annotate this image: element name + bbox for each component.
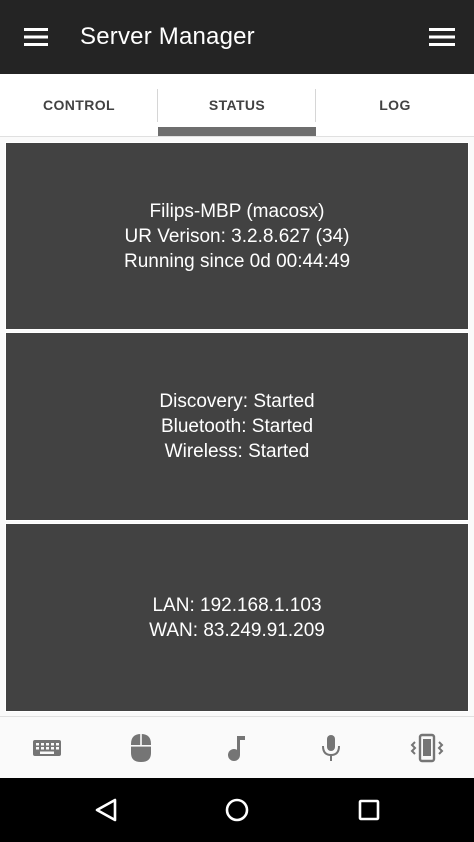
- device-button[interactable]: [380, 717, 474, 779]
- tab-log[interactable]: LOG: [316, 74, 474, 136]
- lan-address: LAN: 192.168.1.103: [152, 594, 322, 616]
- music-note-icon: [228, 736, 245, 761]
- app-title: Server Manager: [80, 23, 255, 50]
- back-button[interactable]: [66, 778, 146, 842]
- microphone-icon: [322, 735, 340, 761]
- menu-icon: [24, 28, 48, 46]
- phone-vibrate-icon: [410, 733, 444, 763]
- tab-control[interactable]: CONTROL: [0, 74, 158, 136]
- navigation-menu-button[interactable]: [14, 17, 58, 57]
- wireless-status: Wireless: Started: [164, 441, 310, 462]
- system-navigation-bar: [0, 778, 474, 842]
- tab-label: LOG: [379, 97, 411, 113]
- keyboard-button[interactable]: [0, 717, 94, 779]
- voice-button[interactable]: [284, 717, 378, 779]
- options-menu-button[interactable]: [420, 17, 464, 57]
- bottom-toolbar: [0, 716, 474, 779]
- tab-label: CONTROL: [42, 97, 115, 113]
- home-icon: [225, 798, 249, 822]
- server-uptime: Running since 0d 00:44:49: [123, 250, 351, 272]
- recent-apps-icon: [358, 799, 380, 821]
- mouse-button[interactable]: [94, 717, 188, 779]
- server-name: Filips-MBP (macosx): [149, 200, 325, 222]
- selected-tab-indicator: [158, 127, 316, 136]
- server-version: UR Verison: 3.2.8.627 (34): [124, 225, 350, 247]
- back-icon: [95, 798, 117, 822]
- home-button[interactable]: [197, 778, 277, 842]
- services-status-card: Discovery: Started Bluetooth: Started Wi…: [5, 332, 469, 521]
- tab-label: STATUS: [208, 97, 266, 113]
- server-info-card: Filips-MBP (macosx) UR Verison: 3.2.8.62…: [5, 142, 469, 330]
- network-address-card: LAN: 192.168.1.103 WAN: 83.249.91.209: [5, 523, 469, 712]
- recent-apps-button[interactable]: [329, 778, 409, 842]
- bluetooth-status: Bluetooth: Started: [160, 416, 314, 437]
- menu-icon: [429, 28, 455, 46]
- app-bar: Server Manager: [0, 0, 474, 74]
- keyboard-icon: [33, 740, 61, 756]
- wan-address: WAN: 83.249.91.209: [149, 619, 325, 641]
- media-button[interactable]: [190, 717, 284, 779]
- mouse-icon: [131, 734, 151, 762]
- discovery-status: Discovery: Started: [159, 391, 315, 412]
